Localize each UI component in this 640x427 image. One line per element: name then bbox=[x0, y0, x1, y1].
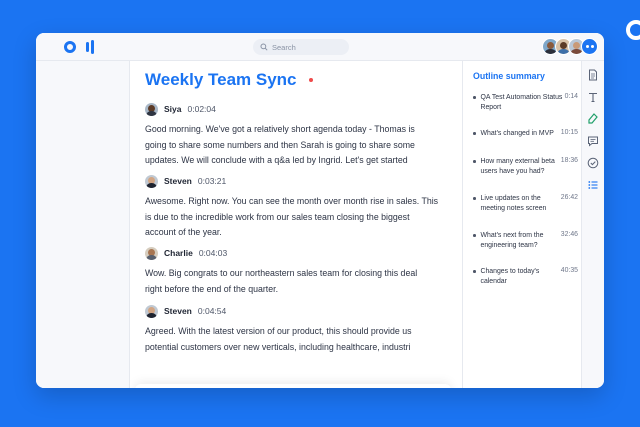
recording-indicator bbox=[308, 78, 313, 82]
outline-item[interactable]: QA Test Automation Status Report 0:14 bbox=[473, 93, 578, 113]
speaker-avatar[interactable] bbox=[145, 304, 158, 318]
outline-timestamp: 32:46 bbox=[560, 231, 578, 238]
speaker-avatar[interactable] bbox=[145, 102, 158, 116]
top-bar: Search bbox=[36, 33, 604, 61]
speaker-avatar[interactable] bbox=[145, 174, 158, 188]
transcript-entry: Siya 0:02:04 Good morning. We've got a r… bbox=[145, 101, 445, 169]
check-circle-icon[interactable] bbox=[587, 157, 599, 169]
meeting-title[interactable]: Weekly Team Sync bbox=[145, 70, 297, 90]
search-input[interactable]: Search bbox=[253, 39, 349, 55]
otter-assistant-avatar[interactable] bbox=[581, 38, 598, 55]
transcript-text[interactable]: Agreed. With the latest version of our p… bbox=[145, 324, 445, 355]
text-icon[interactable] bbox=[587, 91, 599, 103]
speaker-name[interactable]: Steven bbox=[164, 176, 192, 186]
transcript-entry: Charlie 0:04:03 Wow. Big congrats to our… bbox=[145, 245, 445, 297]
otter-logo[interactable] bbox=[64, 40, 94, 54]
outline-item[interactable]: What's next from the engineering team? 3… bbox=[473, 231, 578, 251]
transcript-entry: Steven 0:04:54 Agreed. With the latest v… bbox=[145, 303, 445, 355]
speaker-name[interactable]: Steven bbox=[164, 306, 192, 316]
transcript-entry: Steven 0:03:21 Awesome. Right now. You c… bbox=[145, 173, 445, 241]
transcript-text[interactable]: Wow. Big congrats to our northeastern sa… bbox=[145, 266, 445, 297]
outline-item[interactable]: What's changed in MVP 10:15 bbox=[473, 129, 578, 139]
app-window: Search Weekly Team Sync Siya 0:02:04 Goo… bbox=[36, 33, 604, 388]
annotation-toolbar bbox=[135, 384, 451, 388]
transcript-panel: Weekly Team Sync Siya 0:02:04 Good morni… bbox=[131, 61, 543, 388]
right-toolbar bbox=[581, 61, 604, 388]
speaker-avatar[interactable] bbox=[145, 246, 158, 260]
timestamp[interactable]: 0:04:03 bbox=[199, 248, 227, 258]
outline-timestamp: 10:15 bbox=[560, 129, 578, 136]
search-icon bbox=[260, 43, 268, 51]
outline-item[interactable]: Live updates on the meeting notes screen… bbox=[473, 194, 578, 214]
outline-item[interactable]: Changes to today's calendar 40:35 bbox=[473, 267, 578, 287]
search-placeholder: Search bbox=[272, 42, 296, 52]
corner-logo-ring bbox=[626, 20, 640, 40]
outline-item[interactable]: How many external beta users have you ha… bbox=[473, 157, 578, 177]
outline-timestamp: 0:14 bbox=[564, 93, 578, 100]
comment-icon[interactable] bbox=[587, 135, 599, 147]
transcript-text[interactable]: Awesome. Right now. You can see the mont… bbox=[145, 194, 445, 241]
speaker-name[interactable]: Charlie bbox=[164, 248, 193, 258]
document-icon[interactable] bbox=[587, 69, 599, 81]
outline-summary-panel: Outline summary QA Test Automation Statu… bbox=[462, 61, 581, 388]
outline-timestamp: 40:35 bbox=[560, 267, 578, 274]
transcript-text[interactable]: Good morning. We've got a relatively sho… bbox=[145, 122, 445, 169]
outline-title: Outline summary bbox=[473, 71, 545, 81]
timestamp[interactable]: 0:03:21 bbox=[198, 176, 226, 186]
timestamp[interactable]: 0:02:04 bbox=[188, 104, 216, 114]
outline-timestamp: 18:36 bbox=[560, 157, 578, 164]
outline-timestamp: 26:42 bbox=[560, 194, 578, 201]
list-icon[interactable] bbox=[587, 179, 599, 191]
highlight-icon[interactable] bbox=[587, 113, 599, 125]
speaker-name[interactable]: Siya bbox=[164, 104, 182, 114]
left-sidebar bbox=[36, 61, 130, 388]
participant-avatars bbox=[542, 38, 598, 55]
timestamp[interactable]: 0:04:54 bbox=[198, 306, 226, 316]
